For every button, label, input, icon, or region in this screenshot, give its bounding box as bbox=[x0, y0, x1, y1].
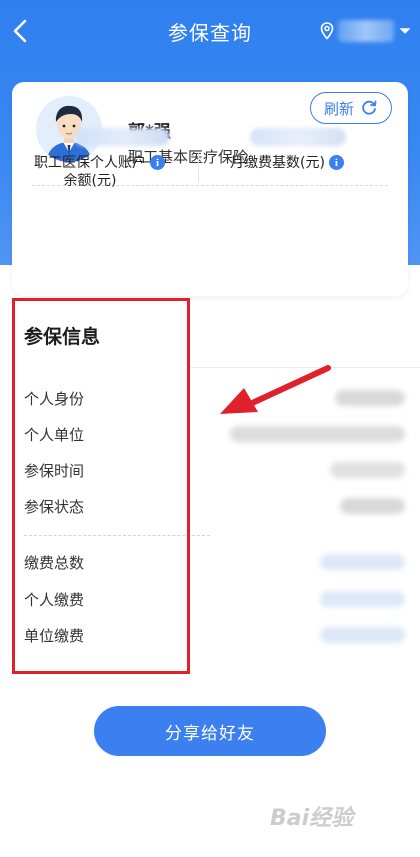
identity-value-redacted bbox=[335, 390, 405, 406]
balance-label: 职工医保个人账户 余额(元) i bbox=[34, 154, 194, 190]
status-value-redacted bbox=[340, 498, 405, 514]
employer-value-redacted bbox=[230, 426, 405, 442]
location-selector[interactable] bbox=[320, 20, 412, 42]
annotation-arrow-icon bbox=[220, 365, 331, 414]
nav-bar: 参保查询 bbox=[0, 0, 420, 62]
start-date-value-redacted bbox=[330, 462, 405, 478]
balance-value-redacted bbox=[75, 128, 170, 146]
refresh-icon bbox=[362, 100, 377, 115]
base-label-text: 月缴费基数(元) bbox=[230, 155, 325, 171]
info-icon[interactable]: i bbox=[328, 155, 344, 170]
info-icon[interactable]: i bbox=[150, 155, 165, 170]
base-value-redacted bbox=[250, 128, 346, 146]
total-paid-value-redacted bbox=[320, 554, 405, 570]
watermark: Bai经验 bbox=[270, 806, 354, 831]
base-label: 月缴费基数(元) i bbox=[230, 154, 344, 172]
location-name-redacted bbox=[338, 20, 394, 42]
balance-label-line1: 职工医保个人账户 bbox=[34, 155, 146, 171]
location-pin-icon bbox=[320, 22, 334, 40]
employer-paid-value-redacted bbox=[320, 627, 405, 643]
stat-separator bbox=[198, 152, 199, 182]
balance-label-line2: 余额(元) bbox=[63, 173, 117, 189]
personal-paid-value-redacted bbox=[320, 591, 405, 607]
share-button[interactable]: 分享给好友 bbox=[94, 706, 326, 756]
annotation-highlight-box bbox=[12, 298, 190, 674]
refresh-label: 刷新 bbox=[323, 99, 354, 118]
refresh-button[interactable]: 刷新 bbox=[310, 92, 392, 124]
chevron-down-icon bbox=[399, 28, 411, 34]
